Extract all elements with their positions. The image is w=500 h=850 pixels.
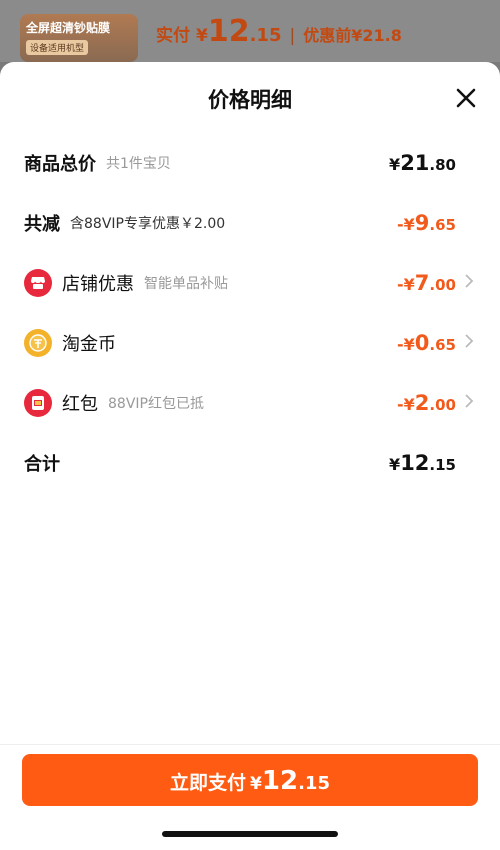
row-red-packet[interactable]: 红包 88VIP红包已抵 -¥ 2 .00: [24, 383, 476, 423]
shop-discount-integer: 7: [414, 271, 430, 295]
pay-now-decimal: .15: [298, 773, 330, 794]
close-icon[interactable]: [454, 86, 478, 110]
shop-discount-note: 智能单品补贴: [144, 276, 228, 292]
total-discount-currency: -¥: [397, 215, 415, 234]
goods-total-decimal: .80: [429, 156, 456, 174]
original-price: ¥21.8: [351, 26, 402, 45]
row-goods-total: 商品总价 共1件宝贝 ¥ 21 .80: [24, 143, 476, 183]
row-total-discount: 共减 含88VIP专享优惠￥2.00 -¥ 9 .65: [24, 203, 476, 243]
thumbnail-subtitle: 设备适用机型: [26, 40, 89, 55]
chevron-right-icon: [464, 333, 476, 353]
paid-price-summary: 实付 ¥ 12 .15 | 优惠前 ¥21.8: [156, 14, 402, 54]
taojinbi-integer: 0: [414, 331, 430, 355]
taojinbi-decimal: .65: [429, 336, 456, 354]
goods-total-amount: ¥ 21 .80: [389, 151, 456, 175]
product-thumbnail: 全屏超清钞贴膜 设备适用机型: [20, 14, 138, 62]
product-header-behind: 全屏超清钞贴膜 设备适用机型 实付 ¥ 12 .15 | 优惠前 ¥21.8: [0, 0, 500, 62]
taojinbi-amount: -¥ 0 .65: [397, 331, 456, 355]
shop-discount-currency: -¥: [397, 275, 415, 294]
total-discount-amount: -¥ 9 .65: [397, 211, 456, 235]
shop-discount-decimal: .00: [429, 276, 456, 294]
taojinbi-currency: -¥: [397, 335, 415, 354]
sheet-title: 价格明细: [208, 88, 292, 112]
original-label: 优惠前: [303, 26, 352, 45]
sum-label: 合计: [24, 454, 60, 475]
paid-decimal: .15: [249, 25, 282, 46]
red-packet-decimal: .00: [429, 396, 456, 414]
row-sum: 合计 ¥ 12 .15: [24, 443, 476, 483]
price-detail-sheet: 价格明细 商品总价 共1件宝贝 ¥ 21 .80 共减 含88VIP专享优惠￥2…: [0, 62, 500, 850]
pay-now-currency: ¥: [250, 774, 262, 794]
pay-now-button[interactable]: 立即支付 ¥ 12 .15: [22, 754, 478, 806]
sum-currency: ¥: [389, 455, 401, 474]
row-taojinbi[interactable]: 淘金币 -¥ 0 .65: [24, 323, 476, 363]
price-separator: |: [289, 26, 296, 46]
pay-now-integer: 12: [261, 766, 299, 796]
goods-total-label: 商品总价: [24, 154, 96, 175]
chevron-right-icon: [464, 393, 476, 413]
paid-currency: ¥: [196, 26, 208, 46]
shop-discount-amount: -¥ 7 .00: [397, 271, 456, 295]
shop-discount-label: 店铺优惠: [62, 274, 134, 295]
shop-icon: [24, 269, 52, 297]
paid-label: 实付: [156, 26, 190, 46]
red-packet-currency: -¥: [397, 395, 415, 414]
goods-count: 共1件宝贝: [106, 156, 171, 172]
pay-now-label: 立即支付: [170, 772, 247, 794]
red-packet-label: 红包: [62, 394, 98, 415]
red-packet-integer: 2: [414, 391, 430, 415]
total-discount-decimal: .65: [429, 216, 456, 234]
bottom-divider: [0, 744, 500, 745]
total-discount-label: 共减: [24, 214, 60, 235]
red-packet-icon: [24, 389, 52, 417]
sum-amount: ¥ 12 .15: [389, 451, 456, 475]
home-indicator[interactable]: [162, 831, 338, 837]
sum-decimal: .15: [429, 456, 456, 474]
total-discount-integer: 9: [414, 211, 430, 235]
taojinbi-label: 淘金币: [62, 334, 116, 355]
goods-total-integer: 21: [400, 151, 430, 175]
red-packet-amount: -¥ 2 .00: [397, 391, 456, 415]
vip-discount-note: 含88VIP专享优惠￥2.00: [70, 216, 226, 232]
goods-total-currency: ¥: [389, 155, 401, 174]
sum-integer: 12: [400, 451, 430, 475]
row-shop-discount[interactable]: 店铺优惠 智能单品补贴 -¥ 7 .00: [24, 263, 476, 303]
paid-integer: 12: [207, 14, 250, 49]
coin-icon: [24, 329, 52, 357]
thumbnail-title: 全屏超清钞贴膜: [26, 21, 111, 35]
chevron-right-icon: [464, 273, 476, 293]
red-packet-note: 88VIP红包已抵: [108, 396, 204, 412]
